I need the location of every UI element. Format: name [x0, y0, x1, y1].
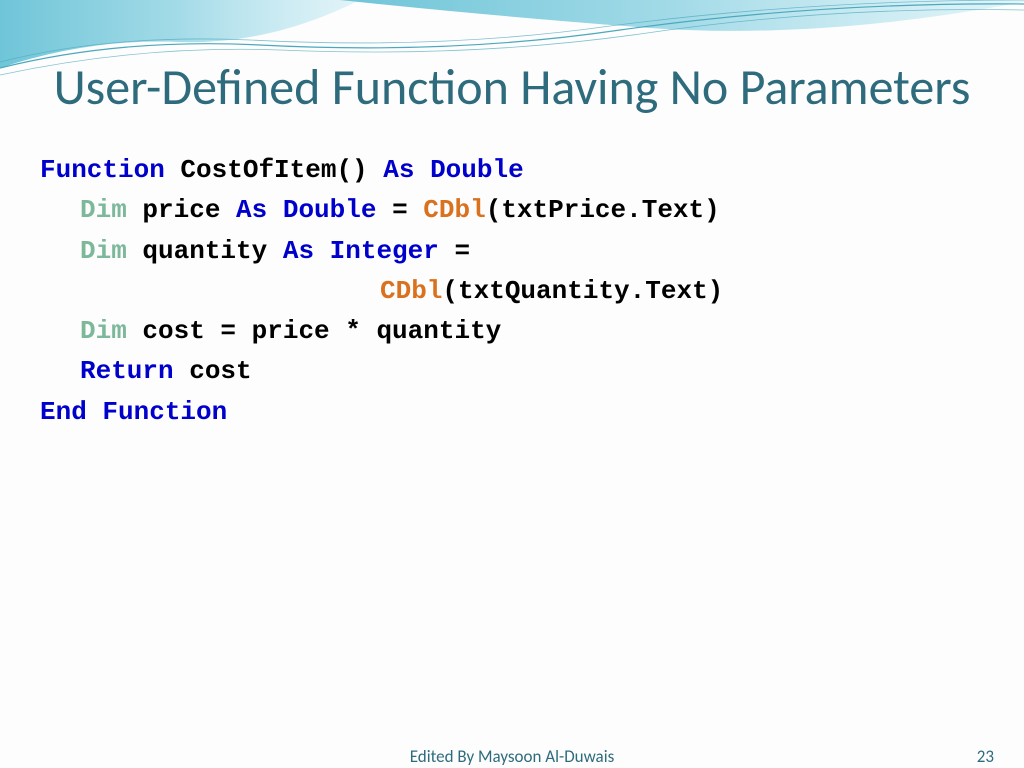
slide-title: User-Defined Function Having No Paramete…	[0, 0, 1024, 120]
footer-page-number: 23	[977, 746, 994, 767]
code-block: Function CostOfItem() As Double Dim pric…	[0, 120, 1024, 432]
code-line-2: Dim price As Double = CDbl(txtPrice.Text…	[40, 190, 984, 230]
footer-editor: Edited By Maysoon Al-Duwais	[0, 746, 1024, 767]
code-line-3: Dim quantity As Integer =	[40, 231, 984, 271]
code-line-7: End Function	[40, 392, 984, 432]
code-line-6: Return cost	[40, 351, 984, 391]
code-line-1: Function CostOfItem() As Double	[40, 150, 984, 190]
code-line-4: CDbl(txtQuantity.Text)	[40, 271, 984, 311]
code-line-5: Dim cost = price * quantity	[40, 311, 984, 351]
